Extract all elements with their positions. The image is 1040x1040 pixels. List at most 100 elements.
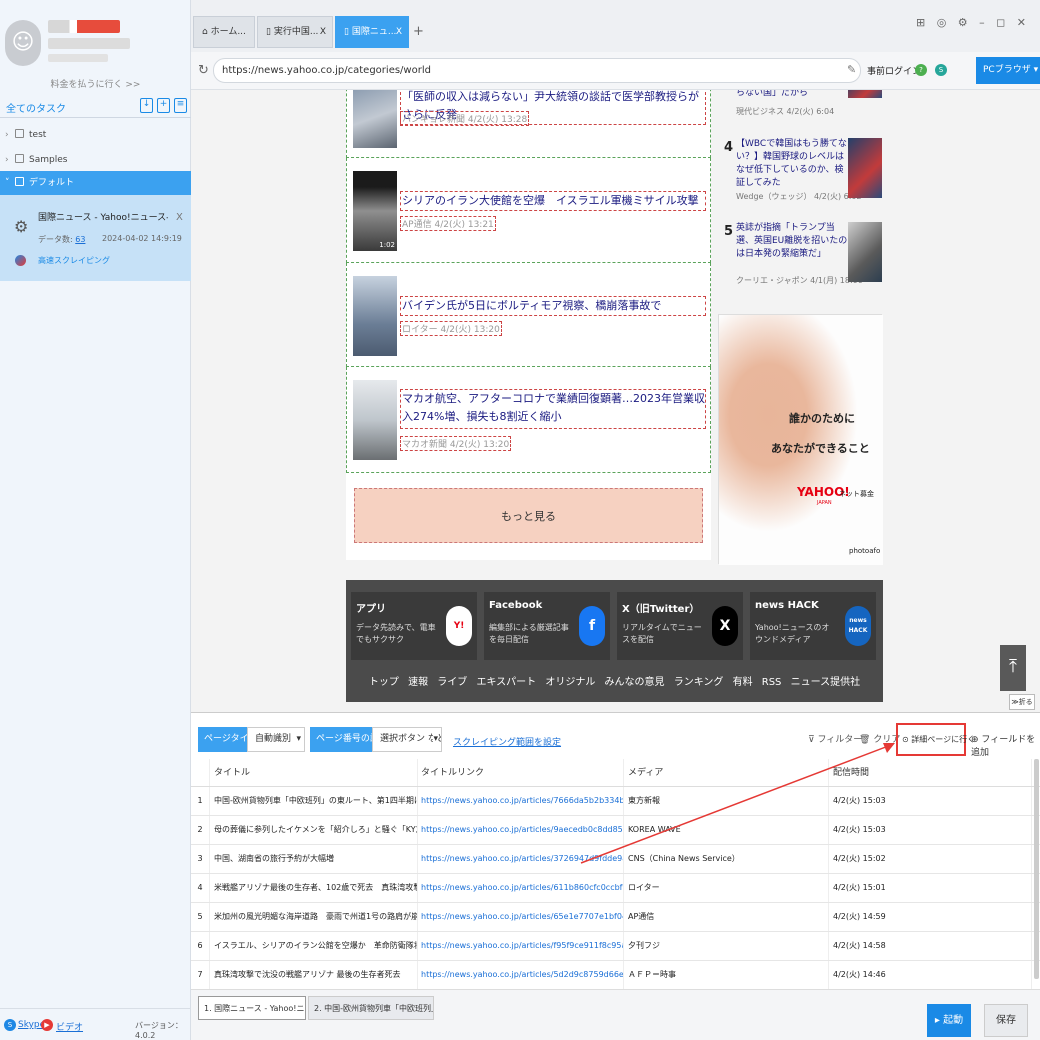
import-icon[interactable]: ↓ xyxy=(140,98,153,113)
footer-links[interactable]: トップ 速報 ライブ エキスパート オリジナル みんなの意見 ランキング 有料 … xyxy=(346,673,883,688)
cell-media[interactable]: ＡＦＰ＝時事 xyxy=(624,961,829,989)
task-name[interactable]: 国際ニュース - Yahoo!ニュース-スクレイピ... xyxy=(38,210,168,223)
table-scrollbar[interactable] xyxy=(1034,759,1039,979)
fold-button[interactable]: ≫折る xyxy=(1009,694,1035,710)
cell-time[interactable]: 4/2(火) 14:58 xyxy=(829,932,1032,960)
cell-title[interactable]: 真珠湾攻撃で沈没の戦艦アリゾナ 最後の生存者死去 xyxy=(210,961,418,989)
table-row[interactable]: 6イスラエル、シリアのイラン公館を空爆か 革命防衛隊将官含む...https:/… xyxy=(191,932,1040,961)
filter-button[interactable]: ⊽ フィルター xyxy=(808,732,862,745)
export-icon[interactable]: ≡ xyxy=(174,98,187,113)
ranking-title[interactable]: 英誌が指摘「トランプ当選、英国EU離脱を招いたのは日本発の緊縮策だ」 xyxy=(736,222,848,261)
prelogin-button[interactable]: 事前ログイン xyxy=(867,64,921,77)
cell-link[interactable]: https://news.yahoo.co.jp/articles/5d2d9c… xyxy=(418,961,624,989)
cell-media[interactable]: 夕刊フジ xyxy=(624,932,829,960)
reload-icon[interactable]: ↻ xyxy=(198,63,209,78)
table-row[interactable]: 4米戦艦アリゾナ最後の生存者、102歳で死去 真珠湾攻撃で最大被害https:/… xyxy=(191,874,1040,903)
more-button[interactable]: もっと見る xyxy=(354,488,703,543)
column-header[interactable]: タイトルリンク xyxy=(418,759,624,786)
folder-default[interactable]: ˅ デフォルト xyxy=(0,171,191,195)
news-item[interactable]: 「医師の収入は減らない」尹大統領の談話で医学部教授らがさらに反発 ハンギョレ新聞… xyxy=(346,90,711,158)
scroll-to-top-icon[interactable]: ⤒ xyxy=(1000,645,1026,691)
cell-link[interactable]: https://news.yahoo.co.jp/articles/7666da… xyxy=(418,787,624,815)
task-card[interactable]: ⚙ 国際ニュース - Yahoo!ニュース-スクレイピ... X データ数: 6… xyxy=(0,195,191,281)
tab-home[interactable]: ⌂ ホーム... xyxy=(193,16,255,48)
close-icon[interactable]: X xyxy=(320,17,326,47)
cell-media[interactable]: CNS（China News Service） xyxy=(624,845,829,873)
table-row[interactable]: 1中国-欧州貨物列車「中欧班列」の東ルート、第1四半期に輸送量で...https… xyxy=(191,787,1040,816)
tab-world-news[interactable]: ▯ 国際ニュ... X xyxy=(335,16,409,48)
avatar[interactable]: ☺ xyxy=(5,20,41,66)
window-controls[interactable]: ⊞ ◎ ⚙ – ◻ ✕ xyxy=(916,16,1030,29)
cell-link[interactable]: https://news.yahoo.co.jp/articles/f95f9c… xyxy=(418,932,624,960)
news-title[interactable]: シリアのイラン大使館を空爆 イスラエル軍機ミサイル攻撃 xyxy=(400,191,706,211)
cell-title[interactable]: イスラエル、シリアのイラン公館を空爆か 革命防衛隊将官含む... xyxy=(210,932,418,960)
save-button[interactable]: 保存 xyxy=(984,1004,1028,1037)
start-button[interactable]: ▸ 起動 xyxy=(927,1004,971,1037)
result-tab-2[interactable]: 2. 中国-欧州貨物列車「中欧班列」... xyxy=(308,996,434,1020)
cell-time[interactable]: 4/2(火) 15:03 xyxy=(829,787,1032,815)
news-item[interactable]: マカオ航空、アフターコロナで業績回復顕著…2023年営業収入274%増、損失も8… xyxy=(346,367,711,473)
news-item[interactable]: 1:02 シリアのイラン大使館を空爆 イスラエル軍機ミサイル攻撃 AP通信 4/… xyxy=(346,158,711,263)
news-title[interactable]: マカオ航空、アフターコロナで業績回復顕著…2023年営業収入274%増、損失も8… xyxy=(400,389,706,429)
page-type-select[interactable]: 自動識別 ▾ xyxy=(247,727,305,752)
tab-running[interactable]: ▯ 実行中国... X xyxy=(257,16,333,48)
ranking-title[interactable]: 【WBCで韓国はもう勝てない？】韓国野球のレベルはなぜ低下しているのか、検証して… xyxy=(736,138,848,190)
cell-time[interactable]: 4/2(火) 15:01 xyxy=(829,874,1032,902)
column-header[interactable]: タイトル xyxy=(210,759,418,786)
news-item[interactable]: バイデン氏が5日にボルティモア視察、橋崩落事故で ロイター 4/2(火) 13:… xyxy=(346,263,711,367)
table-row[interactable]: 7 真珠湾攻撃で沈没の戦艦アリゾナ 最後の生存者死去 https://news.ya… xyxy=(191,961,1040,990)
cell-link[interactable]: https://news.yahoo.co.jp/articles/9aeced… xyxy=(418,816,624,844)
footer-card-x[interactable]: X（旧Twitter） リアルタイムでニュースを配信 X xyxy=(617,592,743,660)
table-row[interactable]: 5 米加州の風光明媚な海岸道路 豪雨で州道1号の路肩が崩落 https://news… xyxy=(191,903,1040,932)
cell-title[interactable]: 米加州の風光明媚な海岸道路 豪雨で州道1号の路肩が崩落 xyxy=(210,903,418,931)
skype-icon[interactable]: S xyxy=(4,1019,16,1031)
folder-samples[interactable]: › Samples xyxy=(0,148,191,172)
cell-media[interactable]: AP通信 xyxy=(624,903,829,931)
clear-button[interactable]: 🗑 クリア xyxy=(859,732,900,745)
cell-link[interactable]: https://news.yahoo.co.jp/articles/65e1e7… xyxy=(418,903,624,931)
news-title[interactable]: バイデン氏が5日にボルティモア視察、橋崩落事故で xyxy=(400,296,706,316)
url-input[interactable]: https://news.yahoo.co.jp/categories/worl… xyxy=(213,58,861,83)
cell-media[interactable]: ロイター xyxy=(624,874,829,902)
cell-title[interactable]: 中国、湖南省の旅行予約が大幅増 xyxy=(210,845,418,873)
result-tab-1[interactable]: 1. 国際ニュース - Yahoo!ニュース xyxy=(198,996,306,1020)
cell-media[interactable]: 東方新報 xyxy=(624,787,829,815)
cell-link[interactable]: https://news.yahoo.co.jp/articles/372694… xyxy=(418,845,624,873)
cell-title[interactable]: 中国-欧州貨物列車「中欧班列」の東ルート、第1四半期に輸送量で... xyxy=(210,787,418,815)
cell-title[interactable]: 母の葬儀に参列したイケメンを「紹介しろ」と騒ぐ「KY友人」...... xyxy=(210,816,418,844)
close-icon[interactable]: X xyxy=(396,17,402,47)
video-link[interactable]: ビデオ xyxy=(56,1020,83,1033)
new-task-icon[interactable]: + xyxy=(157,98,170,113)
ranking-title[interactable]: らない国」だから xyxy=(736,90,848,100)
footer-card-app[interactable]: アプリ データ先読みで、電車でもサクサク Y! xyxy=(351,592,477,660)
cell-media[interactable]: KOREA WAVE xyxy=(624,816,829,844)
data-count-value[interactable]: 63 xyxy=(75,235,85,244)
column-header[interactable]: メディア xyxy=(624,759,829,786)
extension-icon-2[interactable]: S xyxy=(935,64,947,76)
close-icon[interactable]: X xyxy=(176,212,183,223)
go-to-detail-button[interactable]: ⊙ 詳細ページに行く xyxy=(896,723,975,756)
extension-icon[interactable]: ? xyxy=(915,64,927,76)
cell-time[interactable]: 4/2(火) 15:02 xyxy=(829,845,1032,873)
cell-time[interactable]: 4/2(火) 14:46 xyxy=(829,961,1032,989)
footer-card-facebook[interactable]: Facebook 編集部による厳選記事を毎日配信 f xyxy=(484,592,610,660)
add-field-button[interactable]: ⊕ フィールドを追加 xyxy=(971,732,1040,758)
cell-time[interactable]: 4/2(火) 15:03 xyxy=(829,816,1032,844)
table-row[interactable]: 2母の葬儀に参列したイケメンを「紹介しろ」と騒ぐ「KY友人」......http… xyxy=(191,816,1040,845)
new-tab-icon[interactable]: + xyxy=(413,24,424,39)
table-row[interactable]: 3 中国、湖南省の旅行予約が大幅増 https://news.yahoo.co.jp… xyxy=(191,845,1040,874)
pay-link[interactable]: 料金を払うに行く >> xyxy=(0,77,191,90)
charity-ad[interactable]: 誰かのために あなたができること YAHOO! JAPAN ネット募金 phot… xyxy=(718,314,883,565)
all-tasks-label[interactable]: 全てのタスク xyxy=(6,100,66,115)
pc-browser-dropdown[interactable]: PCブラウザ ▾ xyxy=(976,57,1040,84)
video-icon[interactable]: ▶ xyxy=(41,1019,53,1031)
edit-icon[interactable]: ✎ xyxy=(847,63,856,76)
cell-title[interactable]: 米戦艦アリゾナ最後の生存者、102歳で死去 真珠湾攻撃で最大被害 xyxy=(210,874,418,902)
footer-card-newshack[interactable]: news HACK Yahoo!ニュースのオウンドメディア news HACK xyxy=(750,592,876,660)
cell-time[interactable]: 4/2(火) 14:59 xyxy=(829,903,1032,931)
cell-link[interactable]: https://news.yahoo.co.jp/articles/611b86… xyxy=(418,874,624,902)
column-header[interactable]: 配信時間 xyxy=(829,759,1032,786)
scrape-range-link[interactable]: スクレイピング範囲を設定 xyxy=(453,735,561,748)
page-number-select[interactable]: 選択ボタン など...▾ xyxy=(372,727,442,752)
folder-test[interactable]: › test xyxy=(0,123,191,147)
